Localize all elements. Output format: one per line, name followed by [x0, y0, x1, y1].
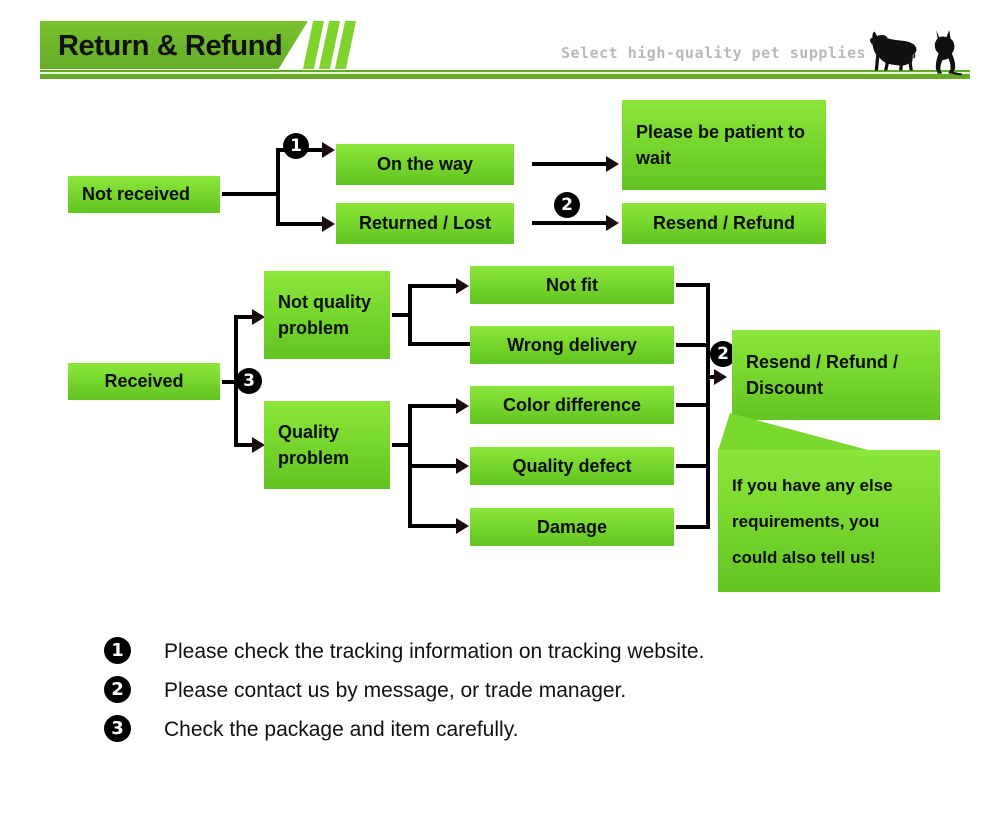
- note-marker-3: 3: [104, 715, 131, 742]
- connector-line: [408, 342, 470, 346]
- connector-arrow: [456, 278, 469, 294]
- connector-line: [676, 283, 710, 287]
- flow-box-resend-refund-discount: Resend / Refund / Discount: [732, 330, 940, 420]
- connector-line: [222, 192, 278, 196]
- connector-line: [532, 162, 610, 166]
- connector-line: [276, 222, 324, 226]
- flow-box-not-fit: Not fit: [470, 266, 674, 304]
- connector-line: [676, 403, 710, 407]
- list-item: 2 Please contact us by message, or trade…: [104, 671, 924, 710]
- connector-arrow: [606, 156, 619, 172]
- dog-silhouette-icon: [869, 31, 917, 71]
- flow-box-resend-refund: Resend / Refund: [622, 203, 826, 244]
- list-item: 3 Check the package and item carefully.: [104, 710, 924, 749]
- connector-line: [532, 221, 610, 225]
- flow-box-damage: Damage: [470, 508, 674, 546]
- flow-box-received: Received: [68, 363, 220, 400]
- flow-box-please-be-patient: Please be patient to wait: [622, 100, 826, 190]
- connector-line: [408, 284, 412, 346]
- header-rule-highlight: [40, 72, 970, 74]
- connector-line: [408, 284, 460, 288]
- list-item: 1 Please check the tracking information …: [104, 632, 924, 671]
- connector-line: [276, 148, 280, 226]
- flow-box-not-quality-problem: Not quality problem: [264, 271, 390, 359]
- connector-line: [408, 404, 460, 408]
- connector-arrow: [322, 142, 335, 158]
- flow-box-quality-defect: Quality defect: [470, 447, 674, 485]
- connector-line: [706, 283, 710, 529]
- step-marker-3: 3: [236, 368, 262, 394]
- callout-bubble: If you have any else requirements, you c…: [718, 450, 940, 592]
- note-text-1: Please check the tracking information on…: [164, 640, 705, 663]
- flow-box-quality-problem: Quality problem: [264, 401, 390, 489]
- note-text-3: Check the package and item carefully.: [164, 718, 519, 741]
- connector-arrow: [456, 458, 469, 474]
- connector-arrow: [456, 518, 469, 534]
- flow-box-wrong-delivery: Wrong delivery: [470, 326, 674, 364]
- flow-box-on-the-way: On the way: [336, 144, 514, 185]
- page-header: Return & Refund Select high-quality pet …: [0, 0, 1000, 88]
- connector-line: [408, 524, 460, 528]
- connector-arrow: [714, 369, 727, 385]
- connector-arrow: [456, 398, 469, 414]
- connector-line: [676, 525, 710, 529]
- note-text-2: Please contact us by message, or trade m…: [164, 679, 627, 702]
- header-tagline: Select high-quality pet supplies: [561, 44, 866, 62]
- connector-line: [408, 464, 460, 468]
- note-marker-1: 1: [104, 637, 131, 664]
- return-refund-infographic: Return & Refund Select high-quality pet …: [0, 0, 1000, 840]
- step-marker-2-section1: 2: [554, 192, 580, 218]
- footnotes: 1 Please check the tracking information …: [104, 632, 924, 749]
- connector-arrow: [322, 216, 335, 232]
- step-marker-1: 1: [283, 133, 309, 159]
- connector-arrow: [606, 215, 619, 231]
- flow-box-not-received: Not received: [68, 176, 220, 213]
- connector-line: [676, 343, 710, 347]
- flow-box-returned-lost: Returned / Lost: [336, 203, 514, 244]
- flow-box-color-difference: Color difference: [470, 386, 674, 424]
- connector-line: [676, 464, 710, 468]
- cat-silhouette-icon: [934, 30, 962, 76]
- page-title: Return & Refund: [58, 30, 283, 62]
- note-marker-2: 2: [104, 676, 131, 703]
